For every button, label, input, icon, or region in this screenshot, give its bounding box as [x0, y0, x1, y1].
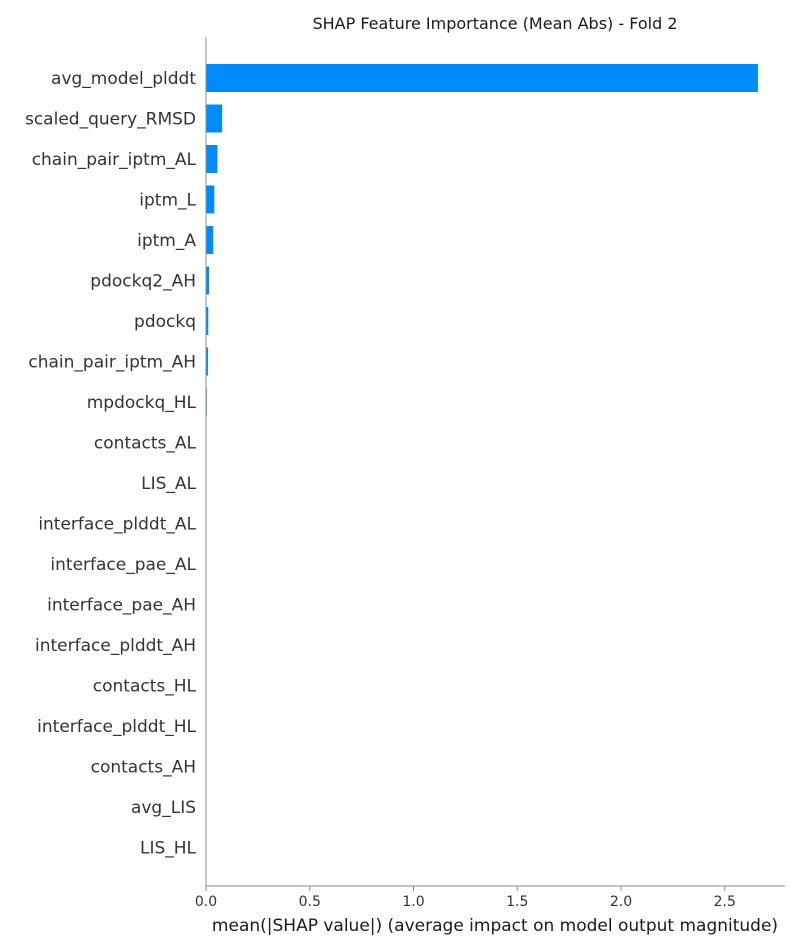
category-label: iptm_A	[137, 231, 196, 251]
shap-bar-chart: SHAP Feature Importance (Mean Abs) - Fol…	[25, 14, 785, 936]
category-label: LIS_AL	[141, 474, 196, 494]
category-label: pdockq2_AH	[90, 272, 196, 292]
category-label: pdockq	[134, 312, 196, 332]
x-tick-label: 0.0	[195, 894, 217, 910]
category-labels: avg_model_plddt scaled_query_RMSD chain_pa…	[25, 69, 197, 859]
chart-title: SHAP Feature Importance (Mean Abs) - Fol…	[312, 14, 677, 33]
bar-scaled_query_RMSD	[206, 104, 223, 133]
bar-iptm_L	[206, 185, 215, 214]
category-label: contacts_HL	[93, 677, 197, 697]
bar-avg_model_plddt	[206, 64, 758, 92]
category-label: interface_plddt_HL	[37, 717, 196, 737]
category-label: chain_pair_iptm_AL	[32, 150, 197, 170]
category-label: avg_model_plddt	[51, 69, 196, 89]
category-label: interface_plddt_AL	[38, 515, 196, 535]
x-tick-label: 2.0	[610, 894, 632, 910]
x-axis-title: mean(|SHAP value|) (average impact on mo…	[212, 916, 778, 936]
x-tick-label: 1.5	[506, 894, 528, 910]
x-ticks: 0.0 0.5 1.0 1.5 2.0 2.5	[195, 886, 736, 910]
category-label: interface_plddt_AH	[35, 636, 196, 656]
bar-iptm_A	[206, 226, 214, 254]
category-label: chain_pair_iptm_AH	[28, 353, 196, 373]
category-label: contacts_AL	[94, 434, 197, 454]
x-tick-label: 2.5	[714, 894, 736, 910]
category-label: mpdockq_HL	[87, 393, 197, 413]
category-label: contacts_AH	[91, 758, 196, 778]
category-label: iptm_L	[139, 191, 196, 211]
category-label: LIS_HL	[140, 839, 197, 859]
x-tick-label: 0.5	[299, 894, 321, 910]
category-label: scaled_query_RMSD	[25, 110, 196, 130]
bars-group	[206, 64, 758, 416]
category-label: interface_pae_AL	[50, 555, 196, 575]
category-label: interface_pae_AH	[47, 596, 196, 616]
bar-chain_pair_iptm_AL	[206, 145, 218, 173]
x-tick-label: 1.0	[402, 894, 424, 910]
category-label: avg_LIS	[131, 798, 196, 818]
